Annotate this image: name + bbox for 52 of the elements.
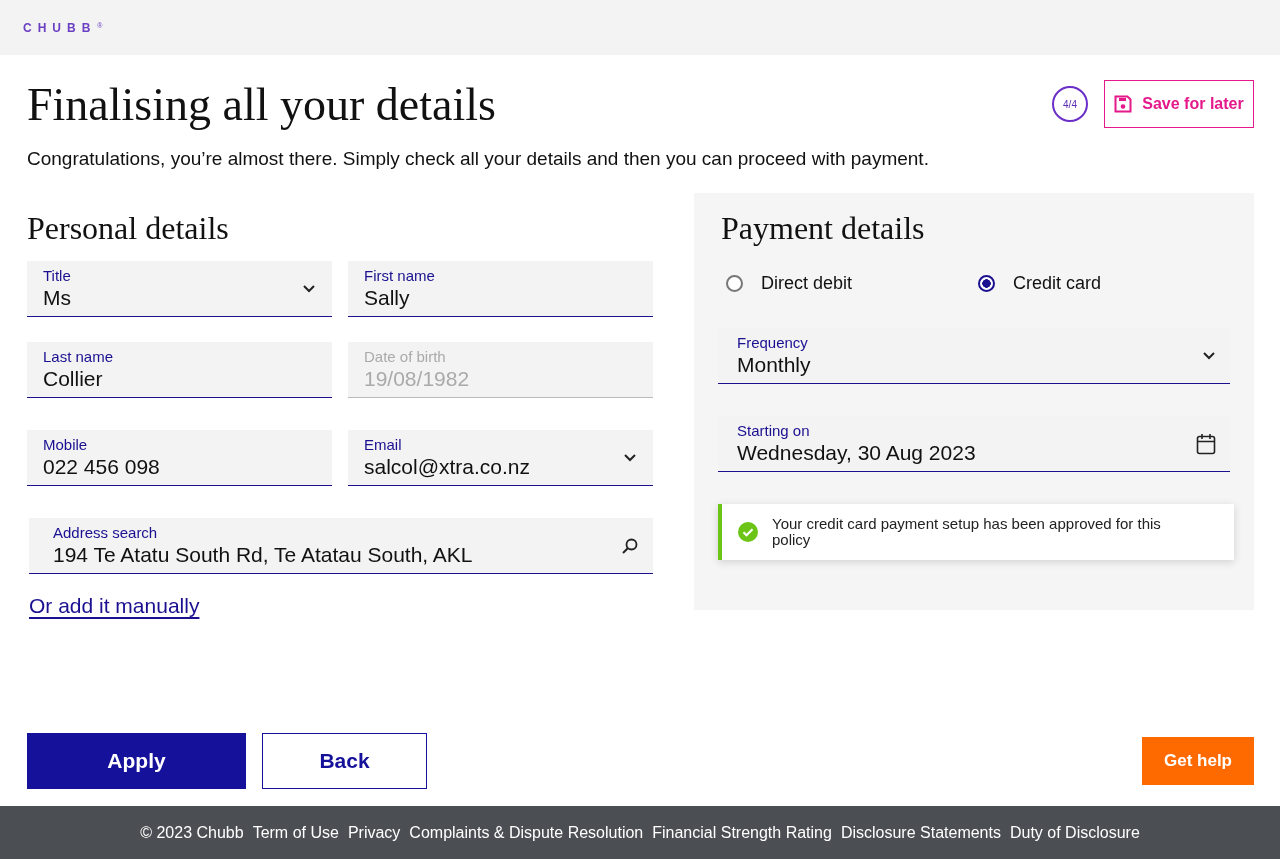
select-field[interactable]: Email salcol@xtra.co.nz (348, 430, 653, 487)
calendar-icon (1196, 432, 1216, 455)
intro-text: Congratulations, you’re almost there. Simply check all your details and then you can proceed with payment. (27, 148, 930, 170)
select-field[interactable]: Title Ms (27, 261, 332, 318)
field-label: Date of birth (364, 349, 447, 366)
field-value: Monthly (737, 351, 812, 377)
field-label: Address search (53, 525, 159, 542)
input-field[interactable]: First name Sally (348, 261, 653, 318)
apply-button[interactable]: Apply (27, 733, 246, 790)
footer-link[interactable]: Duty of Disclosure (1009, 823, 1140, 842)
step-indicator: 4/4 (1052, 86, 1088, 122)
radio-option[interactable]: Direct debit (726, 273, 978, 295)
logo[interactable]: CHUBB (23, 21, 97, 34)
check-circle-icon (738, 522, 758, 543)
back-button[interactable]: Back (262, 733, 427, 790)
add-manually-link[interactable]: Or add it manually (29, 594, 200, 619)
chevron-down-icon (623, 453, 637, 463)
radio-button[interactable] (726, 275, 743, 293)
input-field[interactable]: Mobile 022 456 098 (27, 430, 332, 487)
field-label: Frequency (737, 335, 809, 352)
field-label: Email (364, 437, 403, 454)
footer-link[interactable]: Disclosure Statements (840, 823, 1001, 842)
field-value: 022 456 098 (43, 453, 161, 479)
copyright-text: © 2023 Chubb (140, 823, 244, 842)
footer-link[interactable]: Complaints & Dispute Resolution (409, 823, 644, 842)
field-label: First name (364, 268, 436, 285)
footer-link[interactable]: Financial Strength Rating (652, 823, 832, 842)
field-value: Ms (43, 284, 72, 310)
radio-button[interactable] (978, 275, 995, 293)
field-label: Mobile (43, 437, 89, 454)
field-label: Starting on (737, 423, 811, 440)
save-for-later-button[interactable]: Save for later (1104, 80, 1254, 128)
footer-link[interactable]: Privacy (347, 823, 401, 842)
notice-text: Your credit card payment setup has been approved for this policy (772, 516, 1162, 548)
field-value: Collier (43, 365, 104, 391)
field-value: Sally (364, 284, 411, 310)
page-title: Finalising all your details (27, 77, 496, 131)
field-value: 194 Te Atatu South Rd, Te Atatau South, AKL (53, 541, 474, 567)
field-label: Title (43, 268, 72, 285)
field-value: salcol@xtra.co.nz (364, 453, 532, 479)
input-field[interactable]: Last name Collier (27, 342, 332, 399)
field-value: 19/08/1982 (364, 365, 471, 391)
search-icon (621, 536, 639, 555)
field-value: Wednesday, 30 Aug 2023 (737, 439, 977, 465)
footer-link[interactable]: Term of Use (252, 823, 339, 842)
section-heading: Personal details (27, 209, 230, 248)
radio-option[interactable]: Credit card (978, 273, 1230, 295)
section-heading: Payment details (721, 209, 926, 248)
chevron-down-icon (302, 284, 316, 294)
field-label: Last name (43, 349, 115, 366)
chevron-down-icon (1202, 351, 1216, 361)
address-search-field[interactable]: Address search 194 Te Atatu South Rd, Te Atatau South, AKL (29, 518, 653, 575)
